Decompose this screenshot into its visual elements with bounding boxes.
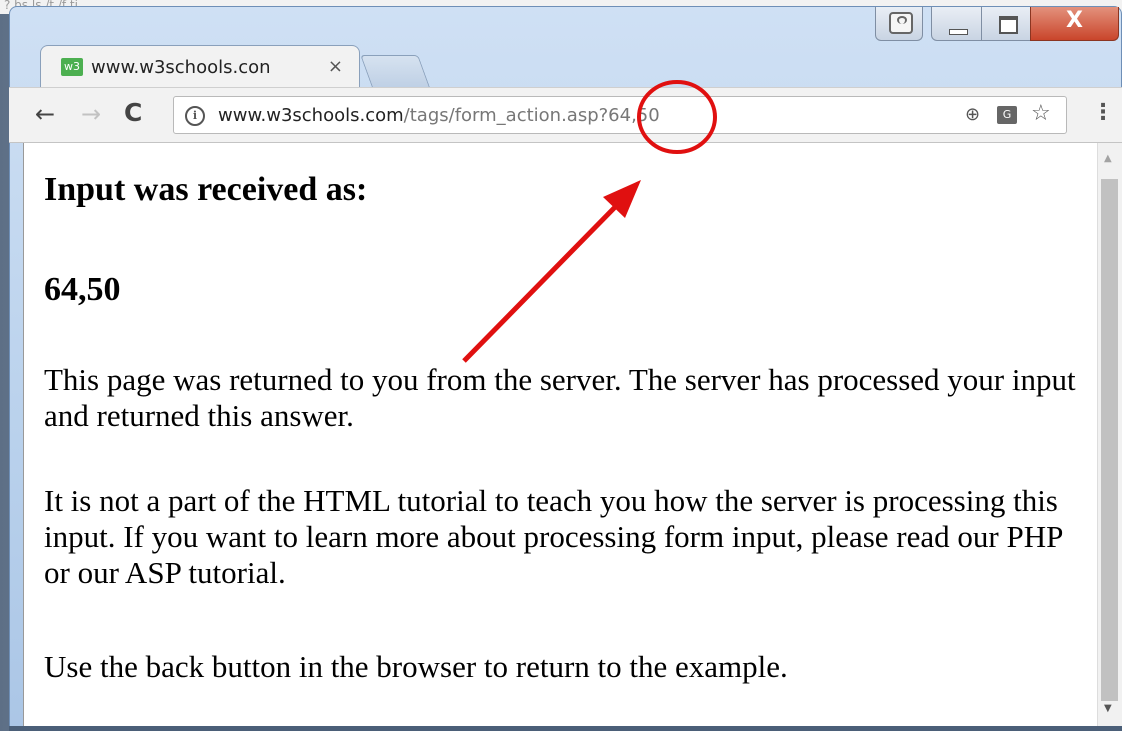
window-bottom-edge [9, 726, 1122, 731]
site-info-icon[interactable]: i [185, 106, 205, 126]
reload-button[interactable]: C [124, 98, 142, 127]
forward-button[interactable]: → [81, 100, 101, 128]
back-button[interactable]: ← [35, 100, 55, 128]
tab-title: www.w3schools.con [91, 57, 271, 78]
zoom-icon[interactable]: ⊕ [965, 104, 980, 125]
minimize-button[interactable] [931, 7, 982, 41]
paragraph-tutorial-note: It is not a part of the HTML tutorial to… [44, 483, 1063, 590]
tab-close-icon[interactable]: × [328, 56, 343, 77]
url-host: www.w3schools.com [218, 105, 404, 126]
browser-menu-icon[interactable]: ⋮ [1092, 100, 1114, 125]
address-bar[interactable]: i www.w3schools.com/tags/form_action.asp… [173, 96, 1067, 134]
new-tab-button[interactable] [360, 55, 430, 87]
received-value: 64,50 [44, 271, 121, 308]
translate-icon[interactable]: G [997, 106, 1017, 124]
url-text[interactable]: www.w3schools.com/tags/form_action.asp?6… [218, 105, 660, 126]
profile-button[interactable] [875, 7, 923, 41]
page-content: Input was received as: 64,50 This page w… [23, 143, 1098, 726]
scrollbar-thumb[interactable] [1101, 179, 1118, 701]
tab-w3schools[interactable]: w3 www.w3schools.con × [40, 45, 360, 89]
close-icon: X [1066, 8, 1083, 33]
person-icon [889, 12, 913, 34]
browser-toolbar: ← → C i www.w3schools.com/tags/form_acti… [9, 87, 1122, 143]
paragraph-server-returned: This page was returned to you from the s… [44, 362, 1076, 433]
bookmark-star-icon[interactable]: ☆ [1031, 101, 1051, 126]
close-window-button[interactable]: X [1030, 7, 1119, 41]
vertical-scrollbar[interactable]: ▲ ▼ [1097, 143, 1122, 726]
minimize-icon [949, 29, 968, 35]
maximize-button[interactable] [981, 7, 1031, 41]
url-path: /tags/form_action.asp?64,50 [403, 105, 660, 126]
paragraph-back-button: Use the back button in the browser to re… [44, 649, 788, 684]
maximize-icon [999, 16, 1018, 34]
page-heading: Input was received as: [44, 171, 368, 208]
scroll-down-arrow-icon[interactable]: ▼ [1104, 703, 1112, 714]
w3schools-favicon-icon: w3 [61, 58, 83, 76]
scroll-up-arrow-icon[interactable]: ▲ [1104, 153, 1112, 164]
